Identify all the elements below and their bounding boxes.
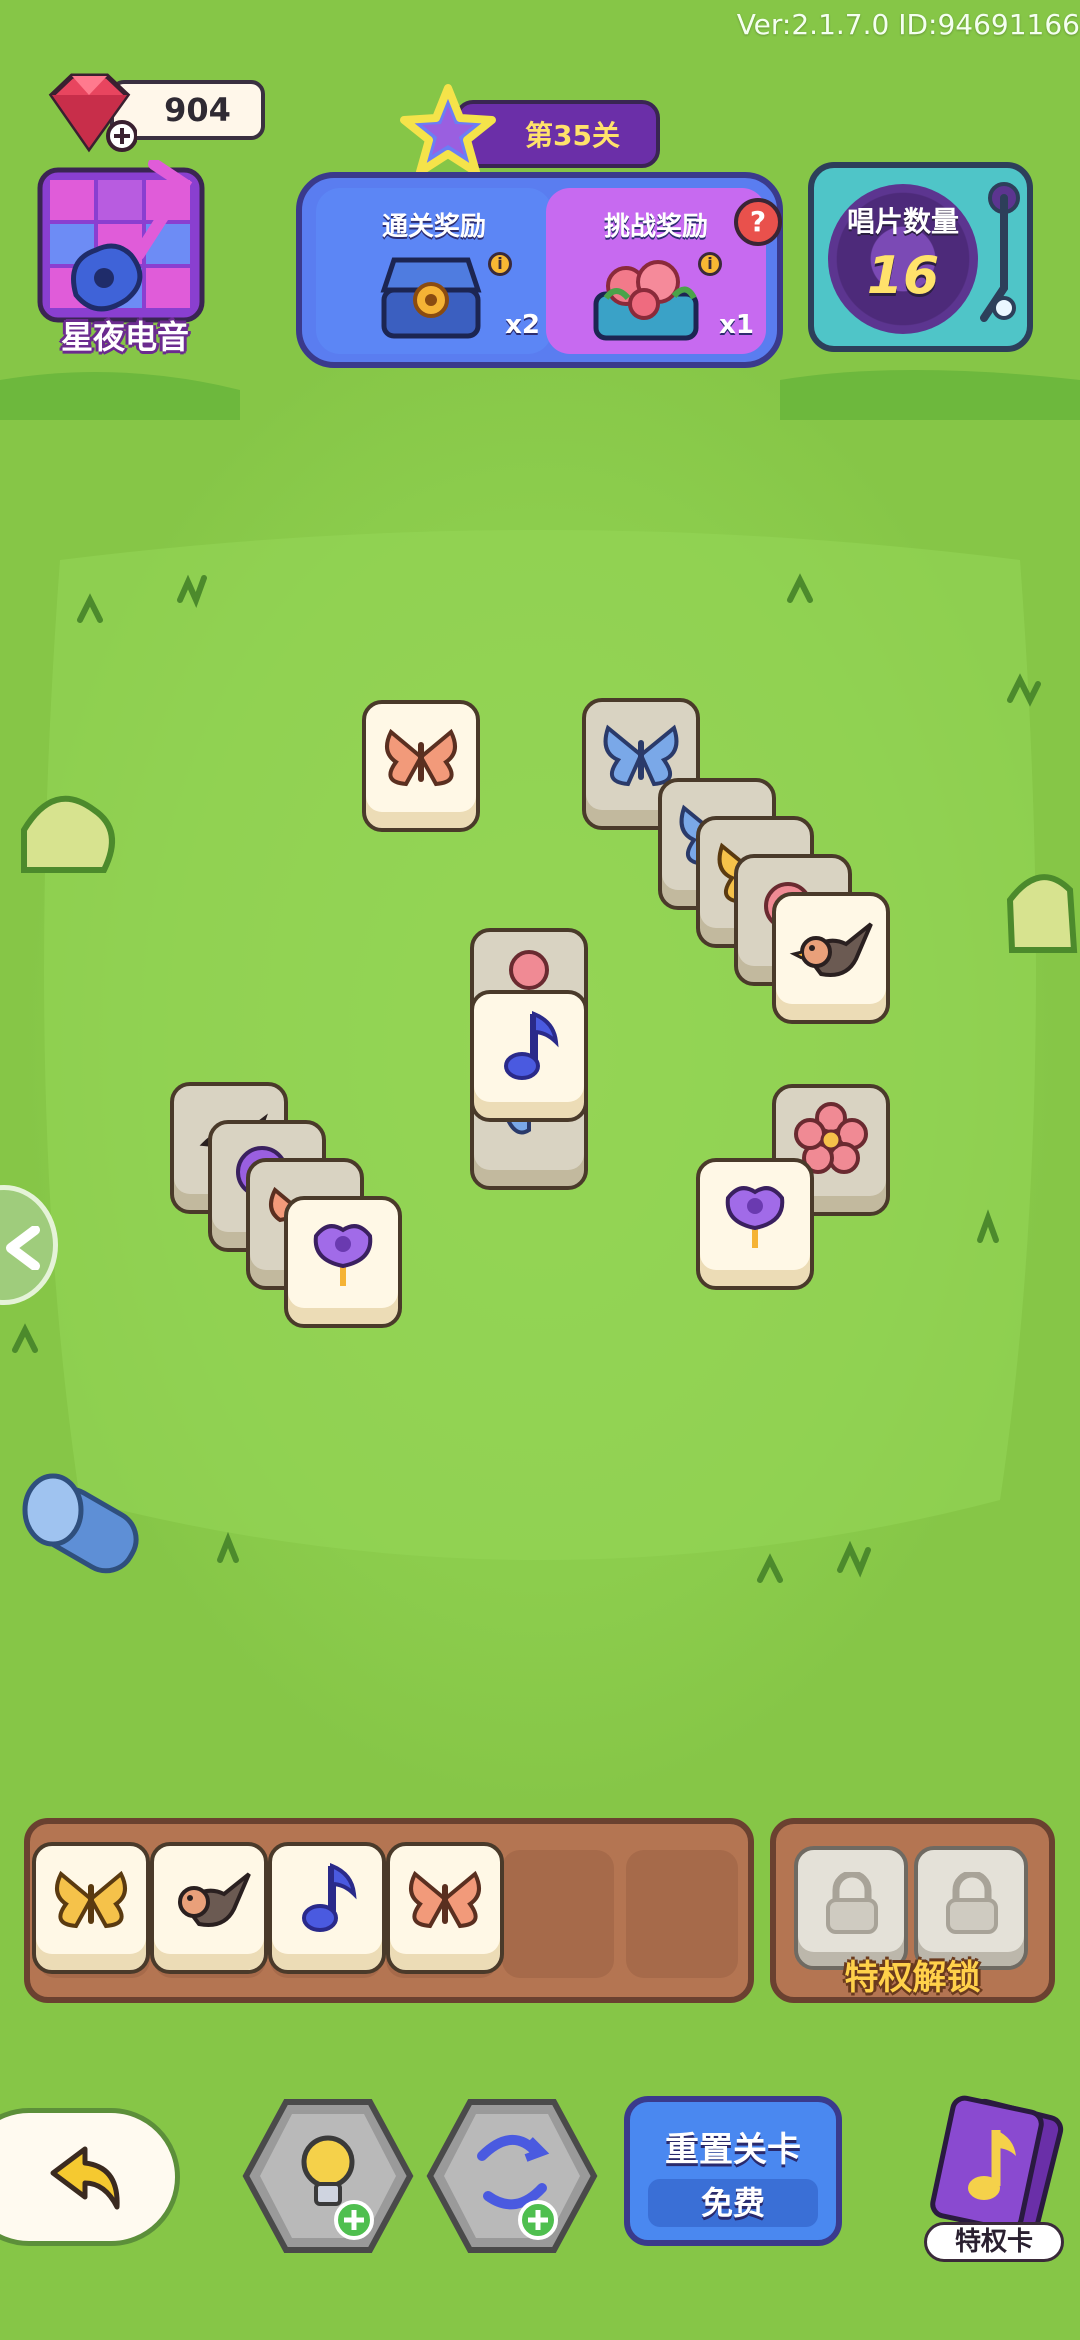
clear-reward[interactable]: 通关奖励 i x2 (316, 188, 552, 354)
reset-level-label: 重置关卡 (665, 2130, 801, 2170)
undo-arrow-icon (50, 2146, 120, 2210)
reset-level-button[interactable]: 重置关卡 免费 (624, 2096, 842, 2246)
gem-count: 904 (164, 91, 231, 129)
morning-glory-icon (313, 1224, 373, 1286)
record-counter[interactable]: 唱片数量 16 (808, 162, 1033, 352)
gem-icon (48, 73, 137, 153)
hint-button[interactable] (242, 2096, 414, 2256)
info-icon[interactable]: i (488, 252, 512, 276)
clear-reward-count: x2 (505, 310, 540, 340)
tile-music-note[interactable] (470, 990, 588, 1122)
tile-morning-glory[interactable] (284, 1196, 402, 1328)
music-note-icon (504, 1011, 559, 1080)
rose-chest-icon (593, 260, 699, 341)
challenge-reward[interactable]: 挑战奖励 i x1 (546, 188, 766, 354)
bird-icon (178, 1872, 251, 1927)
privilege-card-label: 特权卡 (924, 2222, 1064, 2262)
reset-free-label: 免费 (648, 2179, 818, 2227)
theme-label: 星夜电音 (60, 318, 189, 356)
tile-butterfly[interactable] (362, 700, 480, 832)
star-icon (400, 84, 496, 176)
record-label: 唱片数量 (846, 205, 959, 238)
unlock-label: 特权解锁 (844, 1958, 981, 1998)
lock-icon (826, 1872, 878, 1934)
butterfly-icon (55, 1870, 127, 1929)
tray-tile-bird (150, 1842, 268, 1974)
butterfly-icon (385, 728, 457, 787)
tonearm-icon (980, 182, 1020, 322)
tray-tile-butterfly (386, 1842, 504, 1974)
morning-glory-icon (725, 1186, 785, 1248)
challenge-reward-count: x1 (719, 310, 754, 340)
treasure-chest-icon (380, 257, 482, 339)
tile-tray (24, 1818, 754, 2003)
level-label: 第35关 (525, 119, 620, 152)
version-label: Ver:2.1.7.0 ID:94691166 (736, 8, 1080, 41)
shuffle-button[interactable] (426, 2096, 598, 2256)
challenge-reward-title: 挑战奖励 (603, 212, 708, 242)
help-icon[interactable]: ? (734, 198, 782, 246)
tray-slot (502, 1850, 614, 1978)
record-count: 16 (866, 246, 940, 306)
bird-icon (789, 922, 873, 977)
lock-icon (946, 1872, 998, 1934)
undo-button[interactable] (0, 2108, 180, 2246)
guitar-icon[interactable] (36, 160, 206, 325)
locked-slots[interactable]: 特权解锁 (770, 1818, 1055, 2003)
tray-tile-music-note (268, 1842, 386, 1974)
chevron-left-icon (6, 1226, 40, 1270)
tile-morning-glory[interactable] (696, 1158, 814, 1290)
clear-reward-title: 通关奖励 (381, 212, 486, 242)
butterfly-icon (409, 1870, 481, 1929)
tile-bird[interactable] (772, 892, 890, 1024)
reward-panel: 通关奖励 i x2 挑战奖励 i x1 ? (296, 172, 783, 368)
tray-slot (626, 1850, 738, 1978)
tray-tile-butterfly-yellow (32, 1842, 150, 1974)
music-note-icon (302, 1863, 357, 1932)
